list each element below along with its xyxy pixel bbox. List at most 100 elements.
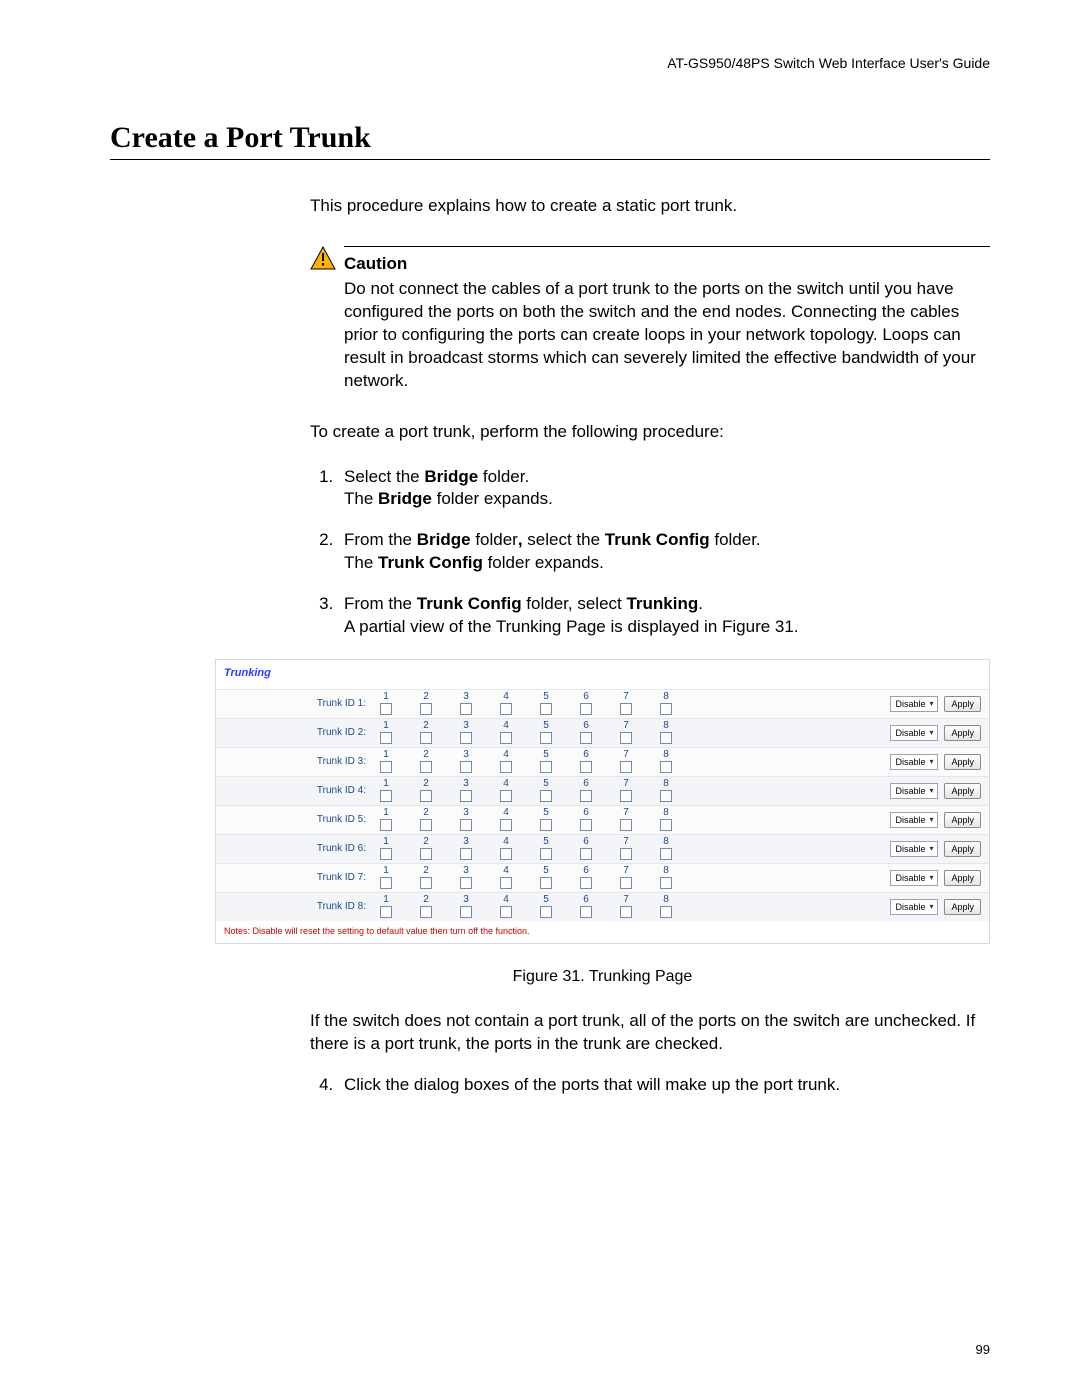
- port-checkbox[interactable]: [380, 732, 392, 744]
- port-checkbox[interactable]: [500, 906, 512, 918]
- status-dropdown[interactable]: Disable▾: [890, 725, 938, 741]
- port-checkbox[interactable]: [420, 848, 432, 860]
- port-checkbox[interactable]: [500, 848, 512, 860]
- port-checkbox[interactable]: [420, 732, 432, 744]
- port-number: 6: [583, 837, 589, 847]
- status-dropdown[interactable]: Disable▾: [890, 899, 938, 915]
- port-checkbox[interactable]: [420, 906, 432, 918]
- port-checkbox[interactable]: [660, 848, 672, 860]
- port-checkbox[interactable]: [620, 732, 632, 744]
- apply-button[interactable]: Apply: [944, 841, 981, 857]
- port-checkbox[interactable]: [460, 790, 472, 802]
- apply-button[interactable]: Apply: [944, 870, 981, 886]
- port-checkbox[interactable]: [620, 819, 632, 831]
- port-cell: 7: [620, 750, 632, 773]
- status-dropdown[interactable]: Disable▾: [890, 783, 938, 799]
- port-number: 7: [623, 692, 629, 702]
- row-controls: Disable▾ Apply: [890, 696, 989, 712]
- port-checkbox[interactable]: [540, 761, 552, 773]
- port-checkbox[interactable]: [460, 819, 472, 831]
- caution-body: Do not connect the cables of a port trun…: [344, 278, 990, 393]
- port-checkbox[interactable]: [460, 732, 472, 744]
- port-checkbox[interactable]: [500, 703, 512, 715]
- port-checkbox[interactable]: [380, 877, 392, 889]
- port-checkbox[interactable]: [540, 906, 552, 918]
- port-checkbox[interactable]: [540, 790, 552, 802]
- apply-button[interactable]: Apply: [944, 725, 981, 741]
- port-checkbox[interactable]: [460, 906, 472, 918]
- status-dropdown[interactable]: Disable▾: [890, 841, 938, 857]
- port-checkbox[interactable]: [660, 761, 672, 773]
- port-checkbox[interactable]: [540, 848, 552, 860]
- port-checkbox[interactable]: [540, 703, 552, 715]
- port-checkbox[interactable]: [500, 877, 512, 889]
- port-number: 6: [583, 895, 589, 905]
- port-checkbox[interactable]: [380, 790, 392, 802]
- port-checkbox[interactable]: [540, 819, 552, 831]
- port-checkbox[interactable]: [500, 819, 512, 831]
- port-checkbox[interactable]: [460, 703, 472, 715]
- port-cell: 1: [380, 837, 392, 860]
- port-checkbox[interactable]: [500, 732, 512, 744]
- status-dropdown[interactable]: Disable▾: [890, 812, 938, 828]
- port-checkbox[interactable]: [380, 848, 392, 860]
- port-checkbox[interactable]: [420, 790, 432, 802]
- port-checkbox[interactable]: [580, 703, 592, 715]
- status-dropdown-value: Disable: [895, 814, 925, 826]
- port-checkbox[interactable]: [660, 703, 672, 715]
- status-dropdown-value: Disable: [895, 843, 925, 855]
- port-checkbox[interactable]: [620, 790, 632, 802]
- port-checkbox[interactable]: [380, 703, 392, 715]
- port-number: 3: [463, 866, 469, 876]
- port-checkbox[interactable]: [420, 819, 432, 831]
- apply-button[interactable]: Apply: [944, 783, 981, 799]
- port-checkbox[interactable]: [620, 848, 632, 860]
- port-checkbox[interactable]: [500, 761, 512, 773]
- port-checkbox[interactable]: [460, 761, 472, 773]
- port-checkbox[interactable]: [580, 790, 592, 802]
- port-checkbox[interactable]: [540, 732, 552, 744]
- status-dropdown[interactable]: Disable▾: [890, 696, 938, 712]
- port-checkbox[interactable]: [420, 761, 432, 773]
- port-checkbox[interactable]: [580, 819, 592, 831]
- apply-button[interactable]: Apply: [944, 754, 981, 770]
- port-checkbox[interactable]: [580, 877, 592, 889]
- port-checkbox[interactable]: [660, 819, 672, 831]
- port-number: 1: [383, 866, 389, 876]
- status-dropdown-value: Disable: [895, 872, 925, 884]
- port-checkbox[interactable]: [620, 703, 632, 715]
- port-checkbox[interactable]: [620, 761, 632, 773]
- port-checkbox[interactable]: [580, 906, 592, 918]
- port-checkbox[interactable]: [660, 790, 672, 802]
- apply-button[interactable]: Apply: [944, 812, 981, 828]
- port-checkbox[interactable]: [420, 703, 432, 715]
- port-checkbox[interactable]: [420, 877, 432, 889]
- port-checkbox[interactable]: [660, 732, 672, 744]
- port-checkbox[interactable]: [580, 732, 592, 744]
- port-checkbox[interactable]: [580, 848, 592, 860]
- apply-button[interactable]: Apply: [944, 696, 981, 712]
- status-dropdown[interactable]: Disable▾: [890, 870, 938, 886]
- port-checkbox[interactable]: [620, 877, 632, 889]
- port-checkbox[interactable]: [540, 877, 552, 889]
- port-checkbox[interactable]: [380, 906, 392, 918]
- port-checkbox[interactable]: [580, 761, 592, 773]
- port-checkbox[interactable]: [460, 848, 472, 860]
- port-checkbox[interactable]: [500, 790, 512, 802]
- trunk-row: Trunk ID 6:12345678Disable▾Apply: [216, 834, 989, 863]
- port-checkbox[interactable]: [660, 877, 672, 889]
- port-checkbox[interactable]: [380, 761, 392, 773]
- port-checkbox[interactable]: [660, 906, 672, 918]
- port-number: 4: [503, 692, 509, 702]
- apply-button[interactable]: Apply: [944, 899, 981, 915]
- port-number: 7: [623, 779, 629, 789]
- port-number: 2: [423, 750, 429, 760]
- port-cell: 7: [620, 692, 632, 715]
- status-dropdown[interactable]: Disable▾: [890, 754, 938, 770]
- port-number: 3: [463, 808, 469, 818]
- port-checkbox[interactable]: [620, 906, 632, 918]
- port-checkbox[interactable]: [380, 819, 392, 831]
- port-number: 3: [463, 721, 469, 731]
- trunk-row-label: Trunk ID 5:: [216, 813, 376, 827]
- port-checkbox[interactable]: [460, 877, 472, 889]
